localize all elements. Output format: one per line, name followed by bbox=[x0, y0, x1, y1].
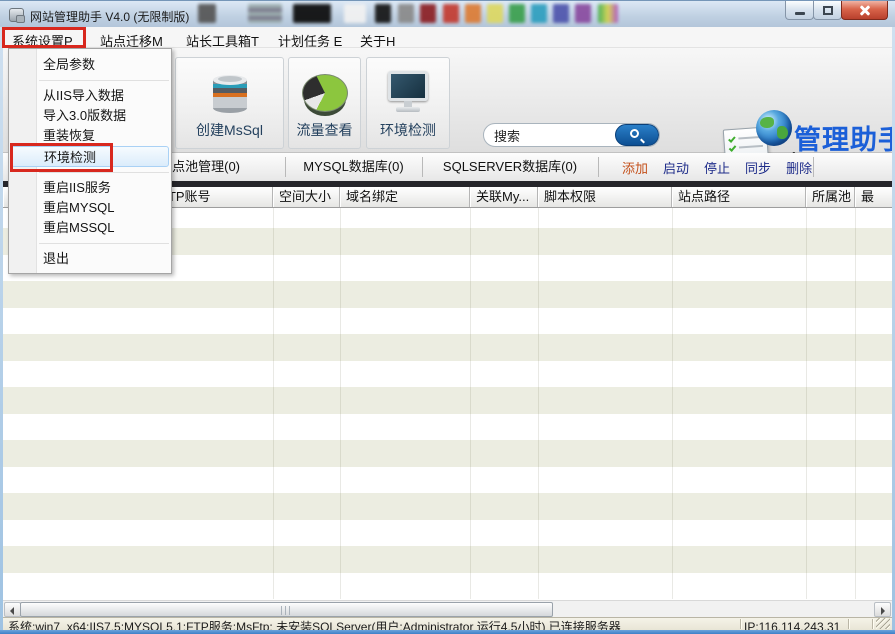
minimize-icon bbox=[795, 12, 805, 15]
title-bar[interactable]: 网站管理助手 V4.0 (无限制版) bbox=[0, 0, 895, 27]
menu-item-reinstall-restore[interactable]: 重装恢复 bbox=[9, 126, 171, 146]
minimize-button[interactable] bbox=[785, 1, 814, 20]
glass-blob bbox=[598, 4, 618, 23]
column-space-size[interactable]: 空间大小 bbox=[273, 187, 340, 207]
table-row bbox=[3, 281, 892, 308]
scroll-right-icon bbox=[881, 607, 885, 615]
window-title: 网站管理助手 V4.0 (无限制版) bbox=[30, 8, 189, 25]
tab-mysql[interactable]: MYSQL数据库(0) bbox=[285, 153, 422, 181]
column-related-my[interactable]: 关联My... bbox=[470, 187, 538, 207]
glass-blob bbox=[487, 4, 503, 23]
glass-blob bbox=[198, 4, 216, 23]
menu-item-environment-check[interactable]: 环境检测 bbox=[11, 146, 169, 167]
glass-blob bbox=[248, 4, 282, 23]
menu-item-import-v30[interactable]: 导入3.0版数据 bbox=[9, 106, 171, 126]
traffic-view-button[interactable]: 流量查看 bbox=[288, 57, 361, 149]
globe-icon bbox=[756, 110, 792, 146]
scroll-left-icon bbox=[10, 607, 14, 615]
menu-item-import-iis[interactable]: 从IIS导入数据 bbox=[9, 86, 171, 106]
glass-blob bbox=[509, 4, 525, 23]
table-row bbox=[3, 573, 892, 600]
table-row bbox=[3, 308, 892, 335]
table-row bbox=[3, 440, 892, 467]
delete-button[interactable]: 删除 bbox=[786, 158, 812, 177]
column-last[interactable]: 最 bbox=[855, 187, 892, 207]
resize-grip-icon[interactable] bbox=[876, 618, 890, 629]
table-row bbox=[3, 414, 892, 441]
glass-blob bbox=[553, 4, 569, 23]
column-script-perm[interactable]: 脚本权限 bbox=[538, 187, 672, 207]
maximize-icon bbox=[823, 6, 833, 15]
scrollbar-thumb[interactable] bbox=[20, 602, 553, 617]
column-domain-bind[interactable]: 域名绑定 bbox=[340, 187, 470, 207]
glass-blob bbox=[293, 4, 331, 23]
table-row bbox=[3, 467, 892, 494]
glass-blob bbox=[465, 4, 481, 23]
menu-bar: 系统设置P 站点迁移M 站长工具箱T 计划任务 E 关于H bbox=[3, 27, 892, 48]
server-ip-text: IP:116.114.243.31 bbox=[744, 619, 840, 630]
menu-item-global-params[interactable]: 全局参数 bbox=[9, 55, 171, 75]
table-row bbox=[3, 493, 892, 520]
start-button[interactable]: 启动 bbox=[663, 158, 689, 177]
table-row bbox=[3, 334, 892, 361]
site-actions: 添加 启动 停止 同步 删除 bbox=[622, 153, 812, 181]
menu-item-restart-iis[interactable]: 重启IIS服务 bbox=[9, 178, 171, 198]
system-settings-menu: 全局参数 从IIS导入数据 导入3.0版数据 重装恢复 环境检测 重启IIS服务… bbox=[8, 48, 172, 274]
table-row bbox=[3, 546, 892, 573]
status-bar: 系统:win7_x64;IIS7.5;MYSQL5.1;FTP服务:MsFtp;… bbox=[3, 617, 892, 630]
close-button[interactable] bbox=[841, 1, 888, 20]
add-button[interactable]: 添加 bbox=[622, 158, 648, 177]
app-window: 网站管理助手 V4.0 (无限制版) 系统设置P 站点迁移M 站长工具箱T 计划… bbox=[0, 0, 895, 634]
menu-item-restart-mssql[interactable]: 重启MSSQL bbox=[9, 218, 171, 238]
stop-button[interactable]: 停止 bbox=[704, 158, 730, 177]
glass-blob bbox=[443, 4, 459, 23]
search-input[interactable] bbox=[494, 126, 614, 144]
tab-sqlserver[interactable]: SQLSERVER数据库(0) bbox=[422, 153, 598, 181]
environment-check-button[interactable]: 环境检测 bbox=[366, 57, 450, 149]
scroll-left-button[interactable] bbox=[4, 602, 21, 617]
create-mssql-button[interactable]: 创建MsSql bbox=[175, 57, 284, 149]
pie-chart-icon bbox=[302, 74, 348, 114]
menu-item-restart-mysql[interactable]: 重启MYSQL bbox=[9, 198, 171, 218]
search-icon bbox=[630, 129, 639, 138]
column-pool[interactable]: 所属池 bbox=[806, 187, 855, 207]
system-status-text: 系统:win7_x64;IIS7.5;MYSQL5.1;FTP服务:MsFtp;… bbox=[8, 619, 621, 630]
glass-blob bbox=[344, 4, 366, 23]
menu-item-exit[interactable]: 退出 bbox=[9, 249, 171, 269]
glass-blob bbox=[375, 4, 391, 23]
database-icon bbox=[208, 70, 252, 114]
monitor-icon bbox=[385, 70, 431, 114]
table-row bbox=[3, 387, 892, 414]
search-button[interactable] bbox=[615, 124, 659, 146]
scroll-right-button[interactable] bbox=[874, 602, 891, 617]
glass-blob bbox=[398, 4, 414, 23]
maximize-button[interactable] bbox=[813, 1, 842, 20]
glass-blob bbox=[575, 4, 591, 23]
search-box bbox=[483, 123, 660, 147]
app-icon bbox=[9, 8, 24, 22]
sync-button[interactable]: 同步 bbox=[745, 158, 771, 177]
column-site-path[interactable]: 站点路径 bbox=[672, 187, 806, 207]
horizontal-scrollbar[interactable] bbox=[3, 600, 892, 617]
glass-blob bbox=[531, 4, 547, 23]
table-row bbox=[3, 520, 892, 547]
table-row bbox=[3, 361, 892, 388]
glass-blob bbox=[420, 4, 436, 23]
